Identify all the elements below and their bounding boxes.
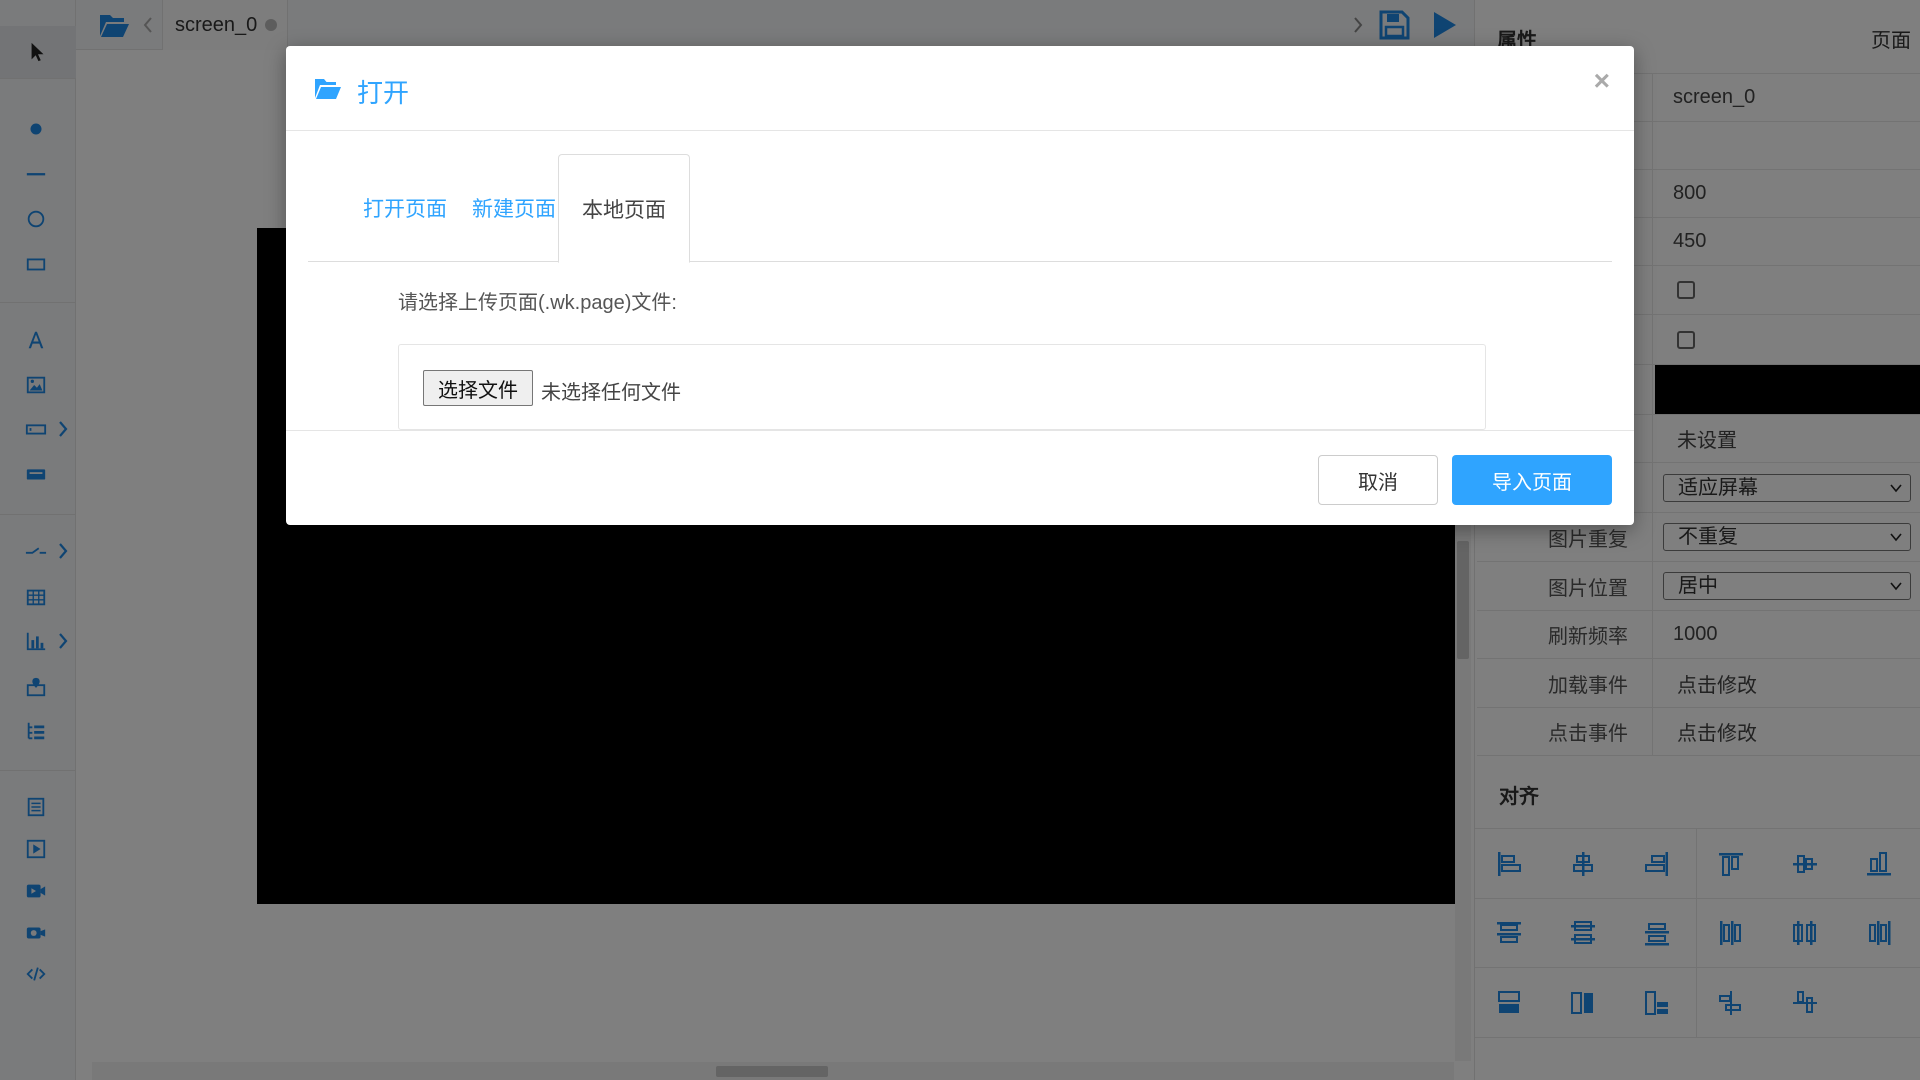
open-dialog: 打开 × 打开页面 新建页面 本地页面 请选择上传页面(.wk.page)文件:…	[286, 46, 1634, 525]
choose-file-button[interactable]: 选择文件	[423, 370, 533, 406]
import-page-button[interactable]: 导入页面	[1452, 455, 1612, 505]
dialog-title: 打开	[357, 78, 410, 108]
file-status-text: 未选择任何文件	[541, 382, 681, 404]
tab-local-page[interactable]: 本地页面	[558, 154, 690, 263]
dialog-header: 打开 ×	[286, 46, 1634, 131]
cancel-button[interactable]: 取消	[1318, 455, 1438, 505]
file-input-wrapper: 选择文件 未选择任何文件	[398, 344, 1486, 430]
dialog-footer: 取消 导入页面	[286, 430, 1634, 525]
close-icon[interactable]: ×	[1594, 66, 1610, 96]
dialog-tabs: 打开页面 新建页面 本地页面	[308, 154, 1612, 263]
folder-open-icon	[315, 79, 341, 99]
upload-label: 请选择上传页面(.wk.page)文件:	[398, 292, 677, 314]
